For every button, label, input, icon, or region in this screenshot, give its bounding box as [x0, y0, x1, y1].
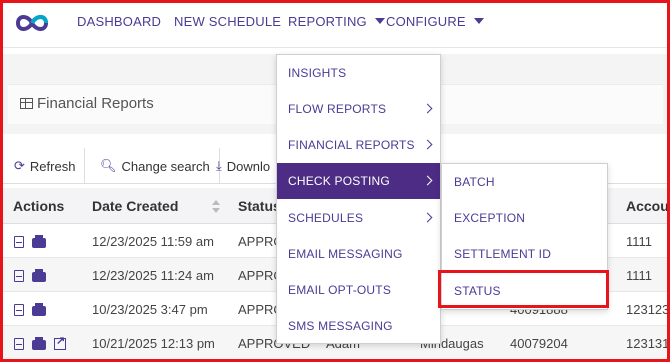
download-label: Downlo: [226, 158, 271, 174]
download-icon: ⤓: [216, 158, 222, 173]
reporting-dropdown-menu: INSIGHTS FLOW REPORTS FINANCIAL REPORTS …: [276, 54, 441, 344]
printer-icon[interactable]: [32, 235, 46, 248]
status-highlight-box: [438, 270, 609, 308]
menu-item-check-posting[interactable]: CHECK POSTING: [277, 163, 440, 199]
nav-configure-label: CONFIGURE: [386, 14, 466, 29]
refresh-label: Refresh: [29, 158, 76, 174]
external-link-icon[interactable]: [54, 334, 66, 350]
account-cell: 1111: [626, 234, 653, 249]
refresh-icon: ⟳: [14, 158, 25, 173]
chevron-right-icon: [422, 103, 433, 114]
date-created-cell: 12/23/2025 11:59 am: [92, 234, 214, 249]
chevron-right-icon: [422, 139, 433, 150]
date-created-cell: 10/21/2025 12:13 pm: [92, 336, 215, 351]
account-cell: 1111: [626, 268, 653, 283]
column-header-date-created[interactable]: Date Created: [92, 198, 178, 214]
top-navbar: DASHBOARD NEW SCHEDULE REPORTING CONFIGU…: [0, 0, 670, 48]
menu-item-email-messaging[interactable]: EMAIL MESSAGING: [277, 236, 440, 272]
infinity-logo-icon[interactable]: [14, 13, 50, 33]
change-search-button[interactable]: 🔍︎ Change search: [91, 148, 220, 184]
search-icon: 🔍︎: [100, 158, 117, 173]
menu-item-schedules[interactable]: SCHEDULES: [277, 200, 440, 236]
printer-icon[interactable]: [32, 303, 46, 316]
menu-item-label: CHECK POSTING: [288, 174, 390, 188]
nav-reporting-label: REPORTING: [288, 14, 367, 29]
column-header-actions: Actions: [13, 198, 65, 214]
nav-configure[interactable]: CONFIGURE: [386, 14, 484, 29]
date-created-cell: 12/23/2025 11:24 am: [92, 268, 214, 283]
menu-item-email-opt-outs[interactable]: EMAIL OPT-OUTS: [277, 272, 440, 308]
caret-down-icon: [473, 18, 484, 24]
menu-item-label: FINANCIAL REPORTS: [288, 138, 415, 152]
chevron-right-icon: [422, 212, 433, 223]
document-icon[interactable]: [14, 304, 24, 316]
submenu-item-exception[interactable]: EXCEPTION: [442, 200, 607, 236]
column-header-status[interactable]: Status: [238, 198, 281, 214]
menu-item-flow-reports[interactable]: FLOW REPORTS: [277, 91, 440, 127]
change-search-label: Change search: [121, 158, 210, 174]
page-title: Financial Reports: [20, 95, 154, 112]
account-cell: 123131: [626, 336, 670, 351]
printer-icon[interactable]: [32, 269, 46, 282]
chevron-right-icon: [422, 175, 433, 186]
printer-icon[interactable]: [32, 337, 46, 350]
menu-item-financial-reports[interactable]: FINANCIAL REPORTS: [277, 127, 440, 163]
document-icon[interactable]: [14, 270, 24, 282]
nav-new-schedule[interactable]: NEW SCHEDULE: [174, 14, 281, 29]
refresh-button[interactable]: ⟳ Refresh: [5, 148, 86, 184]
document-icon[interactable]: [14, 338, 24, 350]
page-title-text: Financial Reports: [37, 95, 154, 112]
document-icon[interactable]: [14, 236, 24, 248]
account-cell: 123123: [626, 302, 670, 317]
submenu-item-batch[interactable]: BATCH: [442, 164, 607, 200]
caret-down-icon: [374, 18, 385, 24]
download-button[interactable]: ⤓ Downlo: [207, 148, 279, 184]
menu-item-sms-messaging[interactable]: SMS MESSAGING: [277, 308, 440, 344]
date-created-cell: 10/23/2025 3:47 pm: [92, 302, 208, 317]
table-icon: [20, 98, 33, 109]
menu-item-insights[interactable]: INSIGHTS: [277, 55, 440, 91]
number-cell: 40079204: [510, 336, 568, 351]
menu-item-label: SCHEDULES: [288, 211, 364, 225]
nav-reporting[interactable]: REPORTING: [288, 14, 385, 29]
menu-item-label: FLOW REPORTS: [288, 102, 387, 116]
nav-dashboard[interactable]: DASHBOARD: [77, 14, 161, 29]
sort-icon[interactable]: [212, 200, 220, 214]
submenu-item-settlement-id[interactable]: SETTLEMENT ID: [442, 236, 607, 272]
column-header-account[interactable]: Accou: [626, 198, 669, 214]
